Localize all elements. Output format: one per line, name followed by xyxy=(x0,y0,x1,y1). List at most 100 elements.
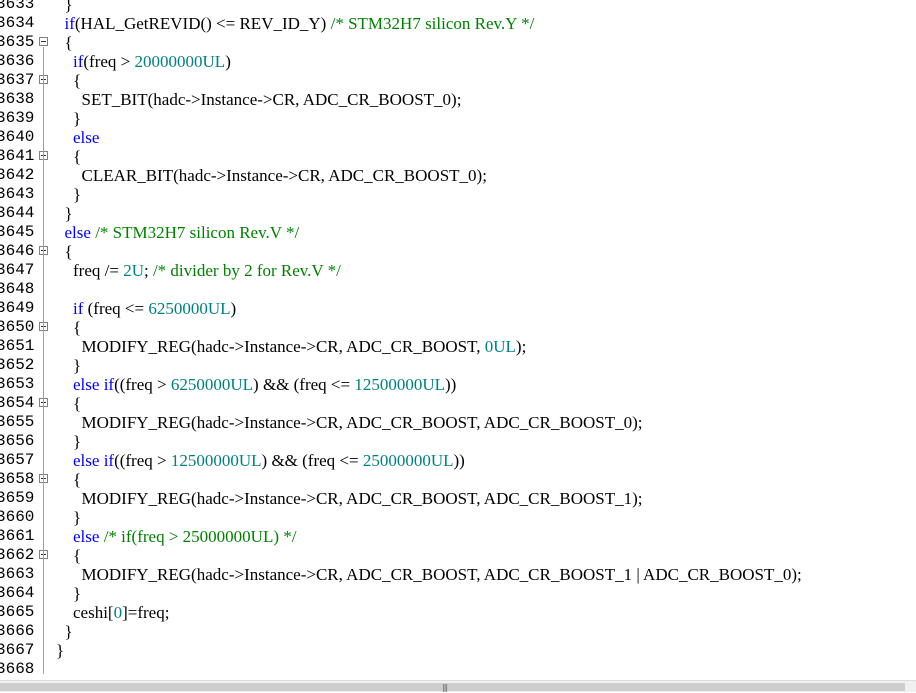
code-line: { xyxy=(56,470,81,489)
keyword-token: if xyxy=(103,375,115,394)
code-line: { xyxy=(56,33,73,52)
keyword-token: else xyxy=(73,527,100,546)
line-number: 3660 xyxy=(0,508,35,526)
code-editor[interactable]: 3633 3634 3635 3636 3637 3638 3639 3640 3641 3642… xyxy=(0,0,916,680)
line-number: 3636 xyxy=(0,52,35,70)
code-token: } xyxy=(56,508,82,527)
code-token: { xyxy=(56,242,73,261)
gutter-row: 3644 xyxy=(0,204,52,223)
gutter-row: 3649 xyxy=(0,299,52,318)
keyword-token: else xyxy=(73,375,100,394)
gutter-row: 3660 xyxy=(0,508,52,527)
line-number: 3647 xyxy=(0,261,35,279)
code-line: { xyxy=(56,318,81,337)
code-token: ; xyxy=(143,261,153,280)
code-token: MODIFY_REG(hadc->Instance->CR, ADC_CR_BO… xyxy=(56,413,643,432)
code-line: } xyxy=(56,508,81,527)
line-number: 3634 xyxy=(0,14,35,32)
gutter-row: 3650 xyxy=(0,318,52,337)
gutter-row: 3667 xyxy=(0,641,52,660)
code-token: )) xyxy=(453,451,465,470)
gutter-row: 3658 xyxy=(0,470,52,489)
code-line: } xyxy=(56,432,81,451)
gutter-row: 3642 xyxy=(0,166,52,185)
gutter-row: 3668 xyxy=(0,660,52,679)
gutter-row: 3647 xyxy=(0,261,52,280)
code-token: } xyxy=(56,641,65,660)
number-token: 12500000UL xyxy=(354,375,446,394)
code-token: { xyxy=(56,147,82,166)
code-line: } xyxy=(56,641,64,660)
horizontal-scrollbar[interactable]: ||| xyxy=(0,680,916,692)
code-line: MODIFY_REG(hadc->Instance->CR, ADC_CR_BO… xyxy=(56,565,802,584)
gutter-row: 3639 xyxy=(0,109,52,128)
code-token: { xyxy=(56,33,73,52)
code-token: { xyxy=(56,394,82,413)
line-number: 3638 xyxy=(0,90,35,108)
line-number: 3651 xyxy=(0,337,35,355)
code-token: MODIFY_REG(hadc->Instance->CR, ADC_CR_BO… xyxy=(56,565,802,584)
gutter-row: 3662 xyxy=(0,546,52,565)
code-line: } xyxy=(56,356,81,375)
gutter-row: 3656 xyxy=(0,432,52,451)
gutter-row: 3663 xyxy=(0,565,52,584)
comment-token: /* STM32H7 silicon Rev.V */ xyxy=(95,223,300,242)
code-line: } xyxy=(56,584,81,603)
line-number: 3662 xyxy=(0,546,35,564)
code-token: } xyxy=(56,622,73,641)
code-token: } xyxy=(56,109,82,128)
code-line: } xyxy=(56,109,81,128)
line-number: 3646 xyxy=(0,242,35,260)
code-line: } xyxy=(56,622,73,641)
gutter-row: 3645 xyxy=(0,223,52,242)
gutter-row: 3651 xyxy=(0,337,52,356)
code-token: ) && (freq <= xyxy=(253,375,355,394)
fold-toggle-icon[interactable] xyxy=(39,37,48,46)
code-line: } xyxy=(56,0,73,14)
gutter-row: 3633 xyxy=(0,0,52,14)
code-line: else xyxy=(56,128,99,147)
line-number: 3668 xyxy=(0,660,35,678)
code-token: } xyxy=(56,584,82,603)
code-line: { xyxy=(56,71,81,90)
code-token: )) xyxy=(445,375,457,394)
line-number: 3652 xyxy=(0,356,35,374)
code-token: { xyxy=(56,470,82,489)
code-line: { xyxy=(56,546,81,565)
scrollbar-thumb[interactable]: ||| xyxy=(0,683,905,692)
number-token: 12500000UL xyxy=(170,451,262,470)
gutter-row: 3665 xyxy=(0,603,52,622)
line-number: 3645 xyxy=(0,223,35,241)
gutter-row: 3666 xyxy=(0,622,52,641)
code-line: { xyxy=(56,242,73,261)
code-token: } xyxy=(56,185,82,204)
code-token: freq /= xyxy=(56,261,124,280)
comment-token: /* if(freq > 25000000UL) */ xyxy=(103,527,297,546)
code-token: MODIFY_REG(hadc->Instance->CR, ADC_CR_BO… xyxy=(56,337,485,356)
code-token: (freq > xyxy=(83,52,135,71)
code-token: MODIFY_REG(hadc->Instance->CR, ADC_CR_BO… xyxy=(56,489,643,508)
line-number: 3649 xyxy=(0,299,35,317)
line-number: 3650 xyxy=(0,318,35,336)
code-token: { xyxy=(56,71,82,90)
keyword-token: else xyxy=(73,451,100,470)
code-line: MODIFY_REG(hadc->Instance->CR, ADC_CR_BO… xyxy=(56,337,527,356)
comment-token: /* STM32H7 silicon Rev.Y */ xyxy=(330,14,535,33)
gutter-row: 3636 xyxy=(0,52,52,71)
gutter-row: 3637 xyxy=(0,71,52,90)
code-token: ceshi[ xyxy=(56,603,114,622)
gutter-row: 3659 xyxy=(0,489,52,508)
line-number: 3635 xyxy=(0,33,35,51)
line-number: 3667 xyxy=(0,641,35,659)
code-token: ) xyxy=(225,52,231,71)
code-token: SET_BIT(hadc->Instance->CR, ADC_CR_BOOST… xyxy=(56,90,462,109)
code-token: CLEAR_BIT(hadc->Instance->CR, ADC_CR_BOO… xyxy=(56,166,487,185)
comment-token: /* divider by 2 for Rev.V */ xyxy=(152,261,341,280)
code-token: (freq <= xyxy=(83,299,149,318)
gutter-row: 3648 xyxy=(0,280,52,299)
